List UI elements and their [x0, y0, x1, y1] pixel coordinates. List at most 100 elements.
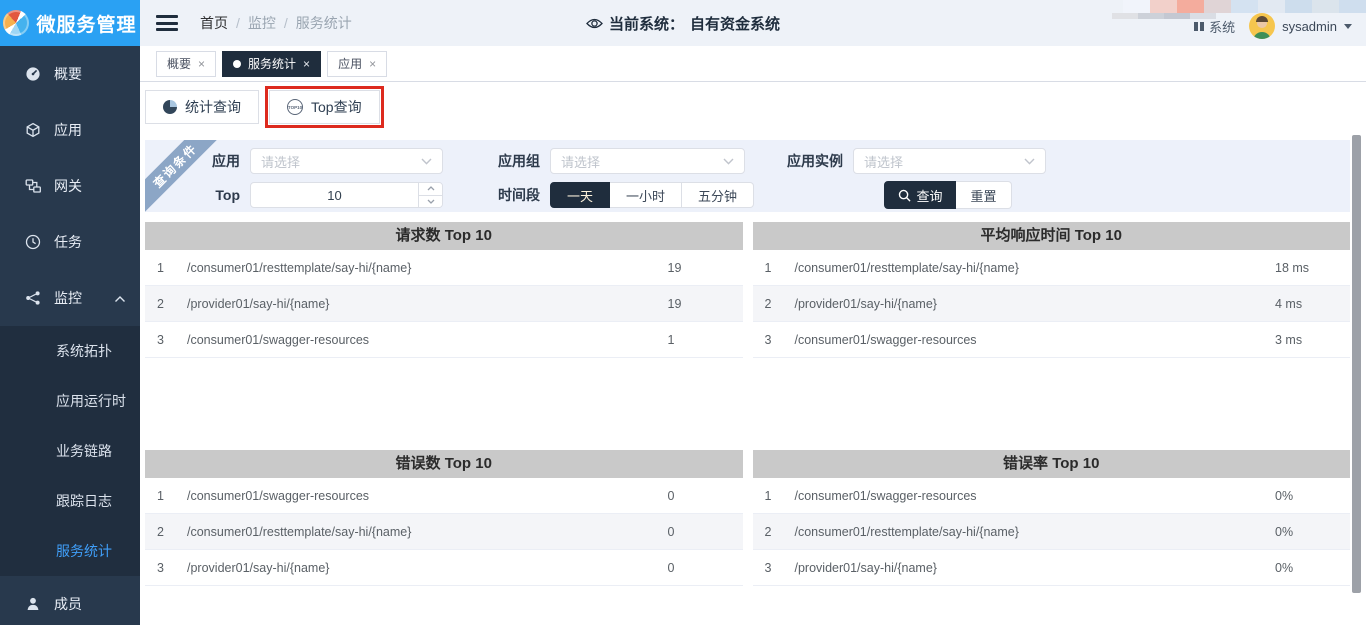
search-button-label: 查询	[917, 186, 943, 205]
reset-button[interactable]: 重置	[956, 181, 1012, 209]
sidebar-item-app-runtime[interactable]: 应用运行时	[0, 376, 140, 426]
breadcrumb-home[interactable]: 首页	[200, 13, 228, 33]
sidebar-item-gateway[interactable]: 网关	[0, 158, 140, 214]
row-value: 3 ms	[1275, 333, 1350, 347]
increment-button[interactable]	[419, 183, 442, 195]
row-index: 1	[753, 489, 795, 503]
chevron-down-icon	[1024, 158, 1035, 165]
row-value: 0%	[1275, 525, 1350, 539]
current-system-indicator: 当前系统： 自有资金系统	[586, 13, 780, 34]
vertical-scrollbar[interactable]	[1352, 135, 1361, 593]
tab-label: 应用	[338, 55, 362, 72]
hamburger-menu-icon[interactable]	[156, 15, 178, 31]
sidebar-item-label: 应用	[54, 120, 82, 140]
tab-applications[interactable]: 应用 ×	[327, 51, 387, 77]
table-row: 1 /consumer01/swagger-resources 0%	[753, 478, 1351, 514]
row-path: /provider01/say-hi/{name}	[795, 297, 1276, 311]
breadcrumb-current: 服务统计	[296, 13, 352, 33]
sidebar-item-trace-log[interactable]: 跟踪日志	[0, 476, 140, 526]
current-system-label: 当前系统：	[609, 13, 684, 34]
system-menu-label: 系统	[1209, 17, 1235, 36]
row-index: 2	[145, 525, 187, 539]
row-index: 2	[753, 297, 795, 311]
row-index: 2	[145, 297, 187, 311]
close-icon[interactable]: ×	[303, 58, 310, 70]
header-right: 系统 sysadmin	[1194, 0, 1352, 46]
sidebar-item-members[interactable]: 成员	[0, 576, 140, 625]
filter-row-2: Top 10 时间段 一天 一小时 五分钟	[145, 182, 1350, 208]
tab-label: 服务统计	[248, 55, 296, 72]
row-path: /provider01/say-hi/{name}	[187, 297, 668, 311]
row-path: /consumer01/resttemplate/say-hi/{name}	[795, 525, 1276, 539]
cube-icon	[25, 122, 41, 138]
row-value: 18 ms	[1275, 261, 1350, 275]
period-option-five-min[interactable]: 五分钟	[682, 182, 754, 208]
filter-buttons: 查询 重置	[862, 181, 1012, 209]
subtab-label: Top查询	[311, 97, 362, 117]
avatar	[1249, 13, 1275, 39]
sidebar-item-overview[interactable]: 概要	[0, 46, 140, 102]
sidebar-item-label: 监控	[54, 288, 82, 308]
table-title: 请求数 Top 10	[145, 222, 743, 250]
table-row: 1 /consumer01/resttemplate/say-hi/{name}…	[753, 250, 1351, 286]
top10-icon: TOP10	[287, 99, 303, 115]
close-icon[interactable]: ×	[369, 58, 376, 70]
app-instance-select[interactable]: 请选择	[853, 148, 1046, 174]
close-icon[interactable]: ×	[198, 58, 205, 70]
gauge-icon	[25, 66, 41, 82]
table-row: 2 /provider01/say-hi/{name} 19	[145, 286, 743, 322]
subtab-top-query[interactable]: TOP10 Top查询	[269, 90, 380, 124]
table-title: 错误率 Top 10	[753, 450, 1351, 478]
system-menu[interactable]: 系统	[1194, 17, 1235, 36]
sidebar-item-tasks[interactable]: 任务	[0, 214, 140, 270]
decrement-button[interactable]	[419, 195, 442, 208]
current-system-value: 自有资金系统	[690, 13, 780, 34]
period-radio-group: 一天 一小时 五分钟	[550, 182, 754, 208]
subtab-bar: 统计查询 TOP10 Top查询	[140, 82, 1366, 124]
table-row: 3 /consumer01/swagger-resources 3 ms	[753, 322, 1351, 358]
caret-down-icon	[1344, 24, 1352, 29]
row-path: /consumer01/resttemplate/say-hi/{name}	[187, 261, 668, 275]
row-path: /provider01/say-hi/{name}	[795, 561, 1276, 575]
row-index: 1	[145, 489, 187, 503]
breadcrumb-monitor[interactable]: 监控	[248, 13, 276, 33]
row-index: 3	[145, 561, 187, 575]
sidebar-item-business-chain[interactable]: 业务链路	[0, 426, 140, 476]
sidebar-item-monitor[interactable]: 监控	[0, 270, 140, 326]
sidebar-item-system-topology[interactable]: 系统拓扑	[0, 326, 140, 376]
app-group-select[interactable]: 请选择	[550, 148, 745, 174]
top-input[interactable]: 10	[250, 182, 443, 208]
sidebar-item-service-stats[interactable]: 服务统计	[0, 526, 140, 576]
tab-bar: 概要 × 服务统计 × 应用 ×	[140, 46, 1366, 82]
logo-swirl-icon	[3, 10, 29, 36]
sidebar-item-label: 成员	[54, 594, 82, 614]
user-menu[interactable]: sysadmin	[1249, 13, 1352, 39]
row-value: 0	[668, 489, 743, 503]
row-index: 3	[753, 561, 795, 575]
row-index: 1	[145, 261, 187, 275]
period-label: 时间段	[443, 185, 550, 205]
app-select[interactable]: 请选择	[250, 148, 443, 174]
subtab-statistics-query[interactable]: 统计查询	[145, 90, 259, 124]
row-index: 3	[145, 333, 187, 347]
row-index: 1	[753, 261, 795, 275]
row-value: 4 ms	[1275, 297, 1350, 311]
table-row: 2 /consumer01/resttemplate/say-hi/{name}…	[145, 514, 743, 550]
row-path: /consumer01/swagger-resources	[795, 333, 1276, 347]
search-button[interactable]: 查询	[884, 181, 956, 209]
table-row: 2 /consumer01/resttemplate/say-hi/{name}…	[753, 514, 1351, 550]
chevron-down-icon	[421, 158, 432, 165]
row-path: /consumer01/resttemplate/say-hi/{name}	[795, 261, 1276, 275]
app-group-label: 应用组	[443, 151, 550, 171]
period-option-day[interactable]: 一天	[550, 182, 610, 208]
sidebar: 概要 应用 网关 任务 监控 系统拓扑 应用运行时 业务链路 跟踪日志 服务统计	[0, 46, 140, 625]
row-value: 19	[668, 297, 743, 311]
subtab-label: 统计查询	[185, 97, 241, 117]
app-title: 微服务管理	[36, 10, 136, 37]
number-spinner	[418, 183, 442, 207]
period-option-hour[interactable]: 一小时	[610, 182, 682, 208]
sidebar-item-applications[interactable]: 应用	[0, 102, 140, 158]
tab-service-stats[interactable]: 服务统计 ×	[222, 51, 321, 77]
tab-overview[interactable]: 概要 ×	[156, 51, 216, 77]
chevron-up-icon	[114, 290, 126, 306]
